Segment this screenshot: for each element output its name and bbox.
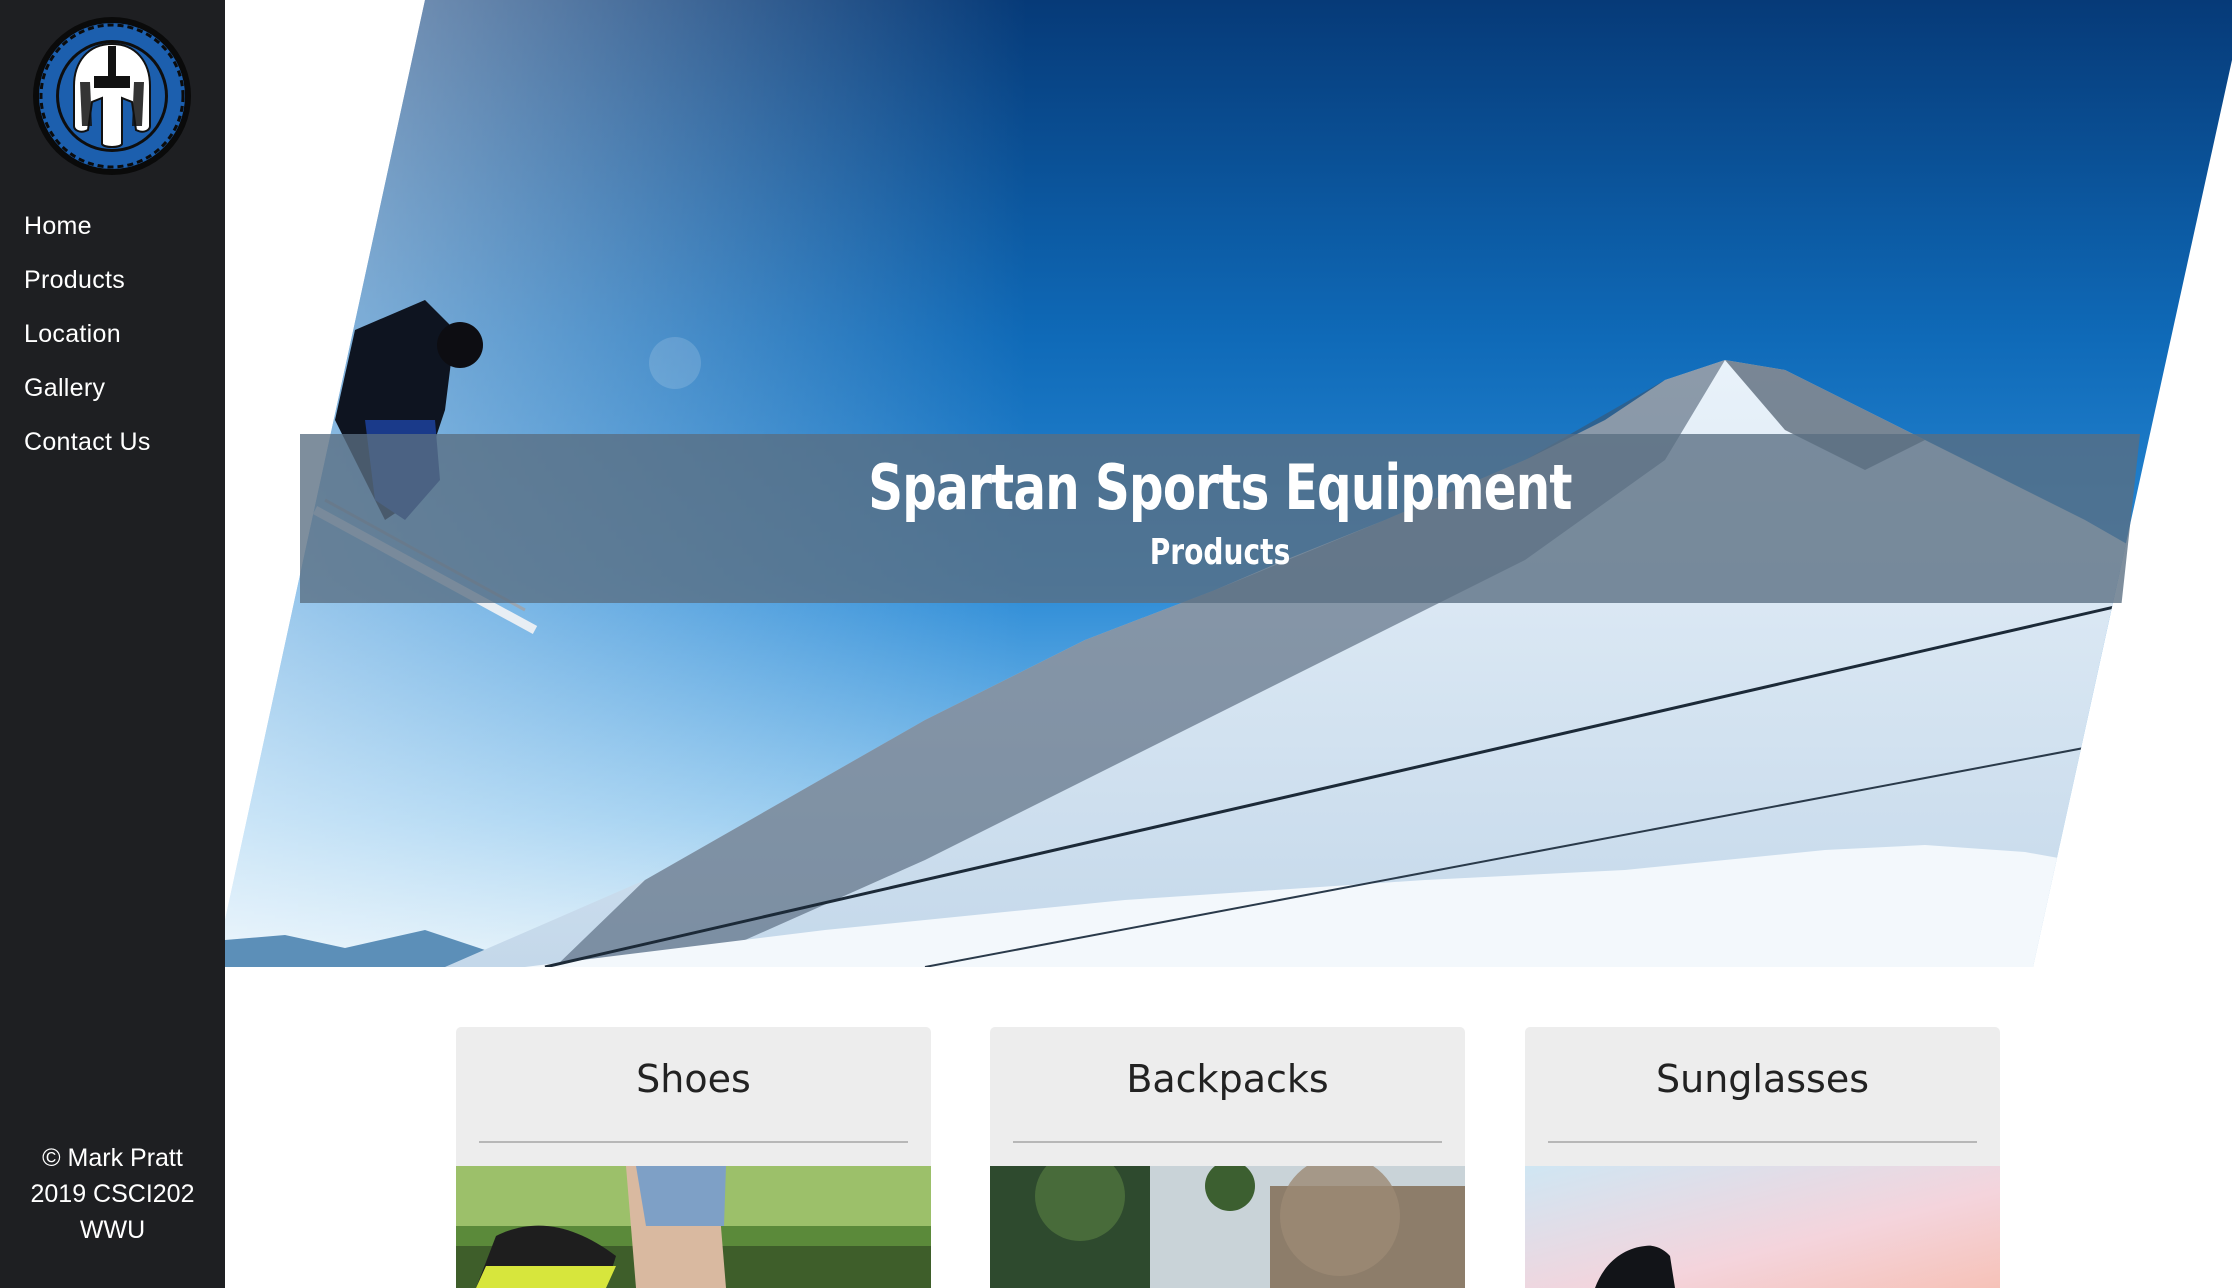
copyright-line: WWU — [79, 1216, 146, 1244]
card-title: Sunglasses — [1655, 1057, 1870, 1101]
nav-products-link[interactable]: Products — [24, 253, 151, 307]
nav-gallery-link[interactable]: Gallery — [24, 361, 151, 415]
main-nav: Home Products Location Gallery Contact U… — [24, 199, 151, 469]
sidebar: Home Products Location Gallery Contact U… — [0, 0, 225, 1288]
sunglasses-sky-photo — [1525, 1166, 2000, 1288]
nav-contact-link[interactable]: Contact Us — [24, 415, 151, 469]
shoes-photo — [456, 1166, 931, 1288]
hero-subtitle: Products — [1149, 532, 1291, 573]
hero-banner: Spartan Sports Equipment Products — [300, 434, 2140, 603]
product-card-sunglasses[interactable]: Sunglasses — [1525, 1027, 2000, 1288]
card-title: Backpacks — [1126, 1057, 1329, 1101]
product-card-shoes[interactable]: Shoes — [456, 1027, 931, 1288]
card-title: Shoes — [636, 1057, 751, 1101]
card-divider — [1013, 1141, 1442, 1143]
spartan-helmet-logo[interactable] — [32, 16, 192, 176]
copyright-footer: © Mark Pratt 2019 CSCI202 WWU — [0, 1140, 225, 1248]
hero-title: Spartan Sports Equipment — [868, 451, 1572, 524]
nav-home-link[interactable]: Home — [24, 199, 151, 253]
copyright-line: © Mark Pratt — [42, 1144, 183, 1172]
product-card-backpacks[interactable]: Backpacks — [990, 1027, 1465, 1288]
backpack-trees-photo — [990, 1166, 1465, 1288]
copyright-line: 2019 CSCI202 — [30, 1180, 195, 1208]
card-divider — [479, 1141, 908, 1143]
card-divider — [1548, 1141, 1977, 1143]
nav-location-link[interactable]: Location — [24, 307, 151, 361]
hero-section: Spartan Sports Equipment Products — [225, 0, 2232, 967]
